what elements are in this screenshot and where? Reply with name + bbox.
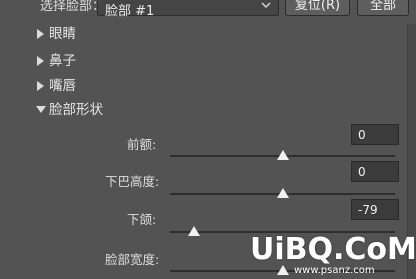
chin-height-slider-thumb[interactable] bbox=[276, 188, 289, 198]
collapse-triangle-icon bbox=[35, 100, 47, 120]
slider-label-jaw: 下颌: bbox=[127, 212, 157, 227]
expand-triangle-icon bbox=[35, 24, 47, 44]
chevron-down-icon bbox=[261, 2, 271, 8]
jaw-slider-thumb[interactable] bbox=[187, 226, 200, 236]
section-label: 嘴唇 bbox=[49, 78, 76, 94]
face-select-dropdown[interactable]: 脸部 #1 bbox=[97, 0, 279, 19]
chin-height-value-field[interactable]: 0 bbox=[351, 161, 399, 182]
expand-triangle-icon bbox=[35, 51, 47, 71]
watermark-logo-text: UiBQ.CoM bbox=[250, 232, 416, 267]
select-face-label: 选择脸部： bbox=[40, 0, 106, 14]
watermark-url: www.psanz.com bbox=[294, 265, 375, 276]
section-label: 鼻子 bbox=[49, 53, 76, 69]
all-button[interactable]: 全部 bbox=[357, 0, 409, 16]
section-label: 脸部形状 bbox=[49, 102, 103, 118]
section-lips[interactable]: 嘴唇 bbox=[35, 76, 76, 96]
slider-label-chin-height: 下巴高度: bbox=[105, 174, 160, 189]
slider-label-face-width: 脸部宽度: bbox=[105, 252, 160, 267]
reset-button[interactable]: 复位(R) bbox=[285, 0, 350, 16]
section-label: 眼睛 bbox=[49, 26, 76, 42]
jaw-value-field[interactable]: -79 bbox=[351, 199, 399, 220]
forehead-slider-thumb[interactable] bbox=[276, 150, 289, 160]
face-select-value: 脸部 #1 bbox=[105, 4, 155, 19]
section-eyes[interactable]: 眼睛 bbox=[35, 24, 76, 44]
site-watermark: UiBQ.CoM www.psanz.com bbox=[250, 232, 416, 279]
section-nose[interactable]: 鼻子 bbox=[35, 51, 76, 71]
expand-triangle-icon bbox=[35, 76, 47, 96]
forehead-value-field[interactable]: 0 bbox=[351, 124, 399, 145]
slider-label-forehead: 前额: bbox=[127, 137, 157, 152]
face-selector-bar: 选择脸部： 脸部 #1 复位(R) 全部 bbox=[0, 0, 416, 20]
section-face-shape[interactable]: 脸部形状 bbox=[35, 100, 103, 120]
